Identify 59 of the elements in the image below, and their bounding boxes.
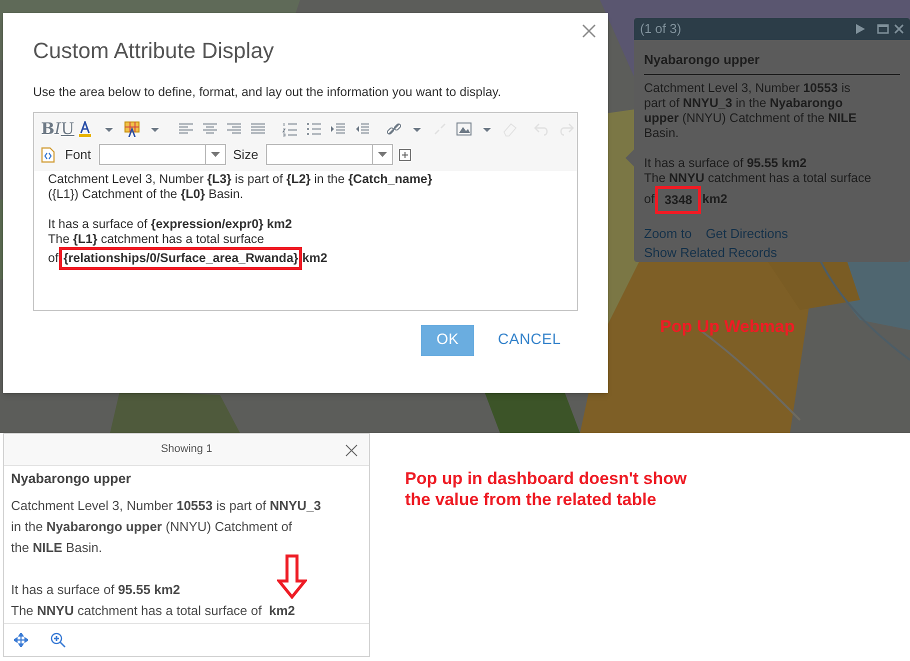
next-icon[interactable] xyxy=(856,24,865,34)
text-line: upper (NNYU) Catchment of the NILE xyxy=(644,110,858,126)
italic-button[interactable]: I xyxy=(54,116,61,141)
popup-link[interactable]: Zoom to xyxy=(644,224,692,242)
image-icon[interactable] xyxy=(456,120,472,137)
dialog-title: Custom Attribute Display xyxy=(33,37,275,65)
ok-button[interactable]: OK xyxy=(421,324,474,356)
pan-icon[interactable] xyxy=(14,633,28,647)
text-line: km2 xyxy=(302,250,328,266)
text-line: Basin. xyxy=(644,126,680,140)
text-line: It has a surface of {expression/expr0} km2 xyxy=(48,216,293,232)
highlight-icon[interactable] xyxy=(124,120,140,137)
text-line: The NNYU catchment has a total surface of km2 xyxy=(11,602,296,620)
expand-icon[interactable] xyxy=(399,148,412,161)
size-label: Size xyxy=(233,146,258,164)
close-button[interactable] xyxy=(345,443,359,457)
font-label: Font xyxy=(65,146,92,164)
bullet-list-icon[interactable] xyxy=(306,120,322,137)
annotation-text: Pop Up Webmap xyxy=(660,316,795,338)
cancel-button[interactable]: CANCEL xyxy=(498,329,561,352)
arrow-drawing xyxy=(277,554,307,599)
text-line: Catchment Level 3, Number {L3} is part of {L2} in the {Catch_name} xyxy=(48,172,434,187)
popup-title: Nyabarongo upper xyxy=(11,470,132,488)
bold-button[interactable]: B xyxy=(41,116,55,141)
numbered-list-icon[interactable] xyxy=(282,120,298,137)
text-line: Catchment Level 3, Number 10553 is part of NNYU_3 xyxy=(11,497,322,516)
text-line: It has a surface of 95.55 km2 xyxy=(644,156,808,170)
highlighted-value: {relationships/0/Surface_area_Rwanda} xyxy=(59,246,302,270)
annotation-text: Pop up in dashboard doesn't show xyxy=(405,468,687,489)
popup-link[interactable]: Show Related Records xyxy=(644,242,777,262)
popup-title: Nyabarongo upper xyxy=(644,50,900,74)
close-button[interactable] xyxy=(582,23,598,39)
text-line: in the Nyabarongo upper (NNYU) Catchment of xyxy=(11,518,294,536)
maximize-icon[interactable] xyxy=(877,24,889,34)
caret-icon xyxy=(378,152,388,158)
close-icon xyxy=(582,24,596,38)
text-line: It has a surface of 95.55 km2 xyxy=(11,581,182,600)
text-line: Catchment Level 3, Number 10553 is xyxy=(644,80,852,96)
highlighted-value: 3348 xyxy=(655,186,702,214)
popup-pager: (1 of 3) xyxy=(640,20,682,38)
text-line: The {L1} catchment has a total surface xyxy=(48,232,266,247)
text-line: of xyxy=(644,192,654,207)
close-icon[interactable] xyxy=(894,24,904,34)
text-line: The NNYU catchment has a total surface xyxy=(644,170,872,186)
text-line: part of NNYU_3 in the Nyabarongo xyxy=(644,96,844,110)
text-line: km2 xyxy=(702,192,728,207)
text-line: of xyxy=(48,250,58,266)
link-icon[interactable] xyxy=(386,120,402,137)
annotation-text: the value from the related table xyxy=(405,489,658,510)
caret-icon xyxy=(211,152,220,158)
text-line: the NILE Basin. xyxy=(11,539,104,558)
text-line: ({L1}) Catchment of the {L0} Basin. xyxy=(48,186,244,202)
popup-link[interactable]: Get Directions xyxy=(706,224,788,242)
close-icon xyxy=(345,444,358,456)
underline-button[interactable]: U xyxy=(60,116,74,141)
zoom-in-icon[interactable] xyxy=(50,632,66,648)
instructions-text: Use the area below to define, format, and lay out the information you want to display. xyxy=(33,84,502,101)
popup-pager: Showing 1 xyxy=(160,442,212,458)
insert-field-icon[interactable] xyxy=(41,146,55,163)
